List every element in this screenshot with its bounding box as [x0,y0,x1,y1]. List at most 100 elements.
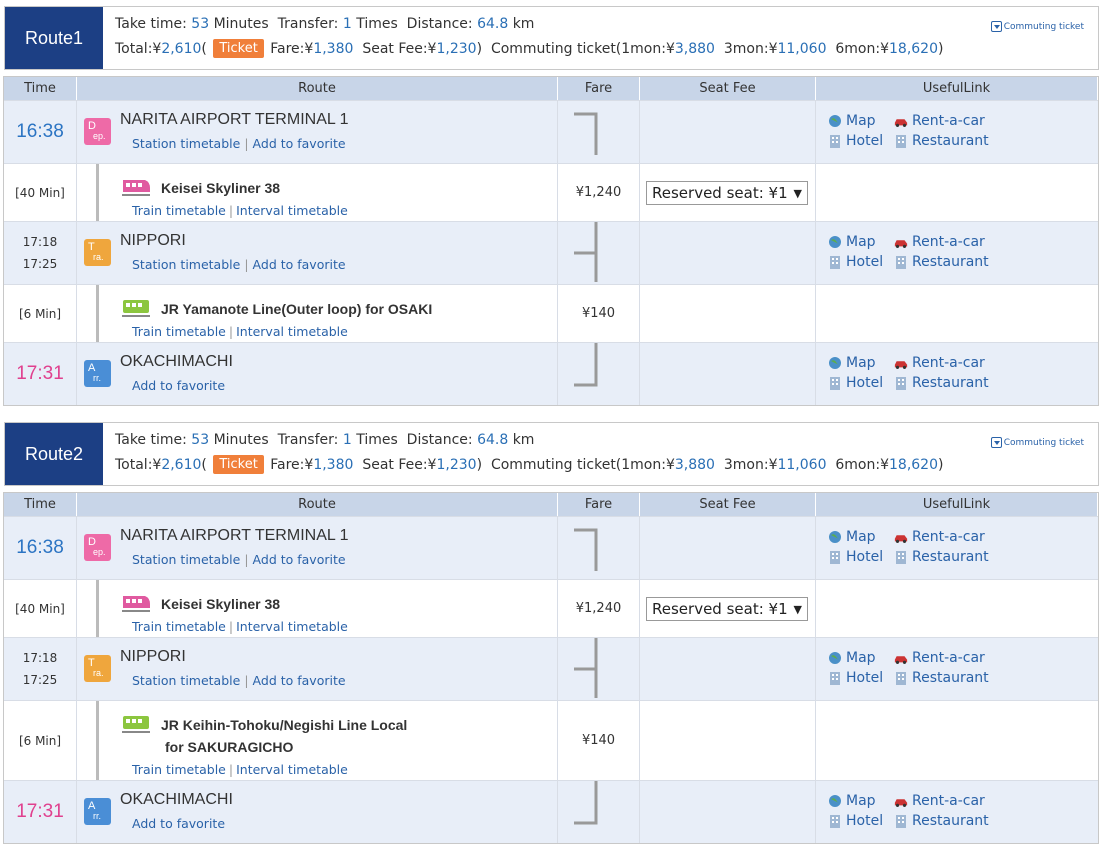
arrival-time: 17:31 [4,343,77,405]
hotel-link[interactable]: Hotel [828,670,894,686]
train-timetable-link[interactable]: Train timetable [132,203,226,218]
station-row-transfer: 17:18 17:25 Tra. NIPPORI Station timetab… [4,221,1098,284]
add-favorite-link[interactable]: Add to favorite [253,552,346,567]
commuting-ticket-link[interactable]: Commuting ticket [990,437,1084,448]
ticket-button[interactable]: Ticket [213,455,264,474]
rent-a-car-link[interactable]: Rent-a-car [894,355,989,371]
car-icon [894,799,908,807]
rent-a-car-link[interactable]: Rent-a-car [894,234,989,250]
leg-row-1: [40 Min] Keisei Skyliner 38 Train timeta… [4,579,1098,637]
building-icon [830,256,840,269]
route-line [96,701,99,780]
station-timetable-link[interactable]: Station timetable [132,257,240,272]
interval-timetable-link[interactable]: Interval timetable [236,619,348,634]
rent-a-car-link[interactable]: Rent-a-car [894,793,989,809]
map-link[interactable]: Map [828,355,894,371]
fare-value: ¥140 [558,701,640,780]
station-row-arrival: 17:31 Arr. OKACHIMACHI Add to favorite M… [4,342,1098,405]
train-timetable-link[interactable]: Train timetable [132,324,226,339]
table-header: Time Route Fare Seat Fee UsefulLink [4,77,1098,100]
hotel-link[interactable]: Hotel [828,133,894,149]
building-icon [830,672,840,685]
rent-a-car-link[interactable]: Rent-a-car [894,113,989,129]
restaurant-link[interactable]: Restaurant [894,254,989,270]
arrival-icon: Arr. [84,798,111,825]
rent-a-car-link[interactable]: Rent-a-car [894,529,989,545]
hotel-link[interactable]: Hotel [828,375,894,391]
interval-timetable-link[interactable]: Interval timetable [236,203,348,218]
reserved-seat-select[interactable]: Reserved seat: ¥1 ▼ [646,181,808,205]
train-timetable-link[interactable]: Train timetable [132,762,226,777]
restaurant-link[interactable]: Restaurant [894,133,989,149]
rent-a-car-link[interactable]: Rent-a-car [894,650,989,666]
route2-header: Route2 Take time: 53 Minutes Transfer: 1… [4,422,1099,486]
map-link[interactable]: Map [828,529,894,545]
ticket-button[interactable]: Ticket [213,39,264,58]
map-link[interactable]: Map [828,234,894,250]
add-favorite-link[interactable]: Add to favorite [253,136,346,151]
useful-links: Map Rent-a-car Hotel Restaurant [828,650,989,686]
train-links: Train timetable | Interval timetable [132,203,348,218]
building-icon [830,815,840,828]
interval-timetable-link[interactable]: Interval timetable [236,762,348,777]
fare-bracket-mid [574,638,598,698]
fare-value: ¥1,240 [558,580,640,637]
commuting-ticket-link[interactable]: Commuting ticket [990,21,1084,32]
leg-duration: [6 Min] [4,701,77,780]
leg-duration: [40 Min] [4,580,77,637]
dropdown-arrow-icon: ▼ [793,186,802,200]
header-useful-link: UsefulLink [816,493,1098,516]
restaurant-link[interactable]: Restaurant [894,375,989,391]
station-links: Station timetable | Add to favorite [132,552,346,567]
reserved-seat-select[interactable]: Reserved seat: ¥1 ▼ [646,597,808,621]
arrival-time: 17:18 [22,651,58,665]
station-timetable-link[interactable]: Station timetable [132,673,240,688]
fare-bracket-top [574,112,598,155]
building-icon [896,672,906,685]
route-summary-line2: Total:¥2,610( Ticket Fare:¥1,380 Seat Fe… [115,455,944,474]
add-favorite-link[interactable]: Add to favorite [132,378,225,393]
route-line [96,580,99,637]
route-badge: Route1 [5,7,103,69]
departure-time: 16:38 [4,101,77,163]
departure-icon: Dep. [84,534,111,561]
departure-time: 17:25 [22,257,58,271]
add-favorite-link[interactable]: Add to favorite [132,816,225,831]
add-favorite-link[interactable]: Add to favorite [253,257,346,272]
station-links: Station timetable | Add to favorite [132,136,346,151]
map-link[interactable]: Map [828,113,894,129]
hotel-link[interactable]: Hotel [828,813,894,829]
route-line [96,164,99,221]
leg-row-1: [40 Min] Keisei Skyliner 38 Train timeta… [4,163,1098,221]
train-icon [122,180,150,196]
station-timetable-link[interactable]: Station timetable [132,552,240,567]
leg-row-2: [6 Min] JR Yamanote Line(Outer loop) for… [4,284,1098,342]
map-link[interactable]: Map [828,650,894,666]
station-name: NARITA AIRPORT TERMINAL 1 [120,111,349,128]
transfer-times: 17:18 17:25 [4,638,77,700]
restaurant-link[interactable]: Restaurant [894,670,989,686]
map-link[interactable]: Map [828,793,894,809]
add-favorite-link[interactable]: Add to favorite [253,673,346,688]
transfer-icon: Tra. [84,655,111,682]
route-summary-line2: Total:¥2,610( Ticket Fare:¥1,380 Seat Fe… [115,39,944,58]
header-useful-link: UsefulLink [816,77,1098,100]
train-destination: for SAKURAGICHO [165,739,294,755]
transfer-icon: Tra. [84,239,111,266]
building-icon [896,551,906,564]
header-seat-fee: Seat Fee [640,77,816,100]
train-timetable-link[interactable]: Train timetable [132,619,226,634]
departure-time: 16:38 [4,517,77,579]
hotel-link[interactable]: Hotel [828,549,894,565]
station-timetable-link[interactable]: Station timetable [132,136,240,151]
restaurant-link[interactable]: Restaurant [894,549,989,565]
restaurant-link[interactable]: Restaurant [894,813,989,829]
interval-timetable-link[interactable]: Interval timetable [236,324,348,339]
train-links: Train timetable | Interval timetable [132,324,348,339]
hotel-link[interactable]: Hotel [828,254,894,270]
station-links: Add to favorite [132,378,225,393]
route-line [96,285,99,342]
train-icon [122,300,150,317]
header-route: Route [77,493,558,516]
arrival-time: 17:31 [4,781,77,843]
